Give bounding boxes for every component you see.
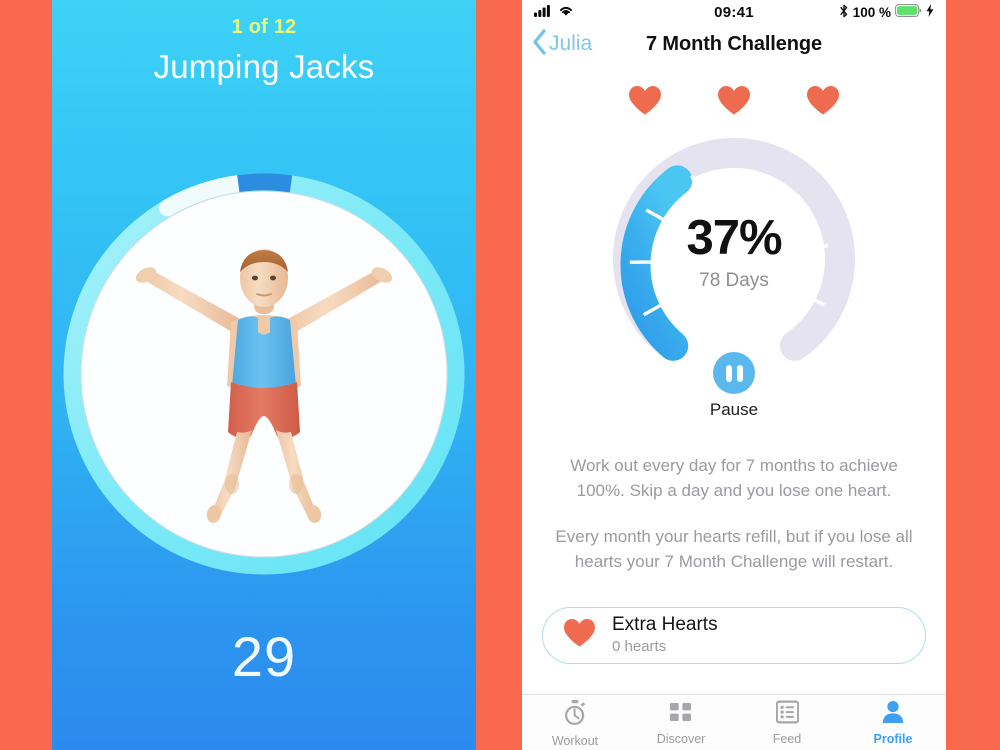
- chevron-left-icon: [532, 28, 547, 60]
- jumping-jacks-figure: [119, 236, 409, 526]
- challenge-description: Work out every day for 7 months to achie…: [522, 454, 946, 575]
- exercise-title: Jumping Jacks: [153, 48, 375, 85]
- pause-icon: [725, 364, 732, 382]
- challenge-progress-gauge: 37% 78 Days: [522, 128, 946, 390]
- battery-full-icon: [895, 4, 922, 20]
- heart-icon: [806, 85, 840, 121]
- workout-screen: 1 of 12 Jumping Jacks 29: [52, 0, 476, 750]
- description-paragraph-1: Work out every day for 7 months to achie…: [570, 456, 898, 500]
- stopwatch-icon: [563, 700, 587, 731]
- hearts-row: [522, 86, 946, 120]
- tab-bar: Workout Discover Feed Profile: [522, 694, 946, 750]
- gauge-days: 78 Days: [699, 270, 769, 291]
- challenge-screen: 09:41 100 % Julia 7 Month Challenge 37% …: [522, 0, 946, 750]
- tab-discover-label: Discover: [656, 732, 706, 746]
- back-button[interactable]: Julia: [532, 28, 593, 60]
- heart-icon: [717, 85, 751, 121]
- tab-workout-label: Workout: [551, 734, 599, 748]
- extra-hearts-section: Extra Hearts 0 hearts: [522, 606, 946, 664]
- screenshot-root: 1 of 12 Jumping Jacks 29 09:41 100 % Jul…: [0, 0, 1000, 750]
- status-bar: 09:41 100 %: [522, 0, 946, 24]
- grid-icon: [669, 700, 693, 729]
- pause-icon-bar-2: [736, 364, 743, 382]
- description-paragraph-2: Every month your hearts refill, but if y…: [555, 527, 913, 571]
- list-icon: [775, 700, 799, 729]
- bluetooth-icon: [839, 4, 849, 21]
- battery-percent-label: 100 %: [852, 4, 891, 20]
- rep-count: 29: [231, 625, 297, 688]
- heart-icon: [563, 618, 596, 653]
- back-button-label: Julia: [549, 32, 593, 55]
- heart-icon: [628, 85, 662, 121]
- gauge-percent: 37%: [686, 211, 782, 265]
- pause-label: Pause: [709, 400, 759, 419]
- nav-bar: Julia 7 Month Challenge: [522, 24, 946, 64]
- tab-workout[interactable]: Workout: [522, 700, 628, 748]
- extra-hearts-card[interactable]: Extra Hearts 0 hearts: [542, 606, 926, 664]
- tab-feed-label: Feed: [772, 732, 802, 746]
- extra-hearts-subtitle: 0 hearts: [612, 637, 667, 655]
- tab-discover[interactable]: Discover: [628, 700, 734, 746]
- exercise-counter: 1 of 12: [231, 16, 297, 38]
- extra-hearts-title: Extra Hearts: [612, 613, 718, 635]
- tab-profile[interactable]: Profile: [840, 700, 946, 746]
- tab-profile-label: Profile: [873, 732, 913, 746]
- pause-button[interactable]: [713, 352, 755, 394]
- cellular-signal-icon: [534, 4, 553, 20]
- person-icon: [881, 700, 905, 729]
- lightning-bolt-icon: [926, 4, 934, 20]
- pause-control: Pause: [522, 352, 946, 420]
- tab-feed[interactable]: Feed: [734, 700, 840, 746]
- gauge-center-labels: 37% 78 Days: [522, 214, 946, 292]
- wifi-icon: [558, 4, 574, 20]
